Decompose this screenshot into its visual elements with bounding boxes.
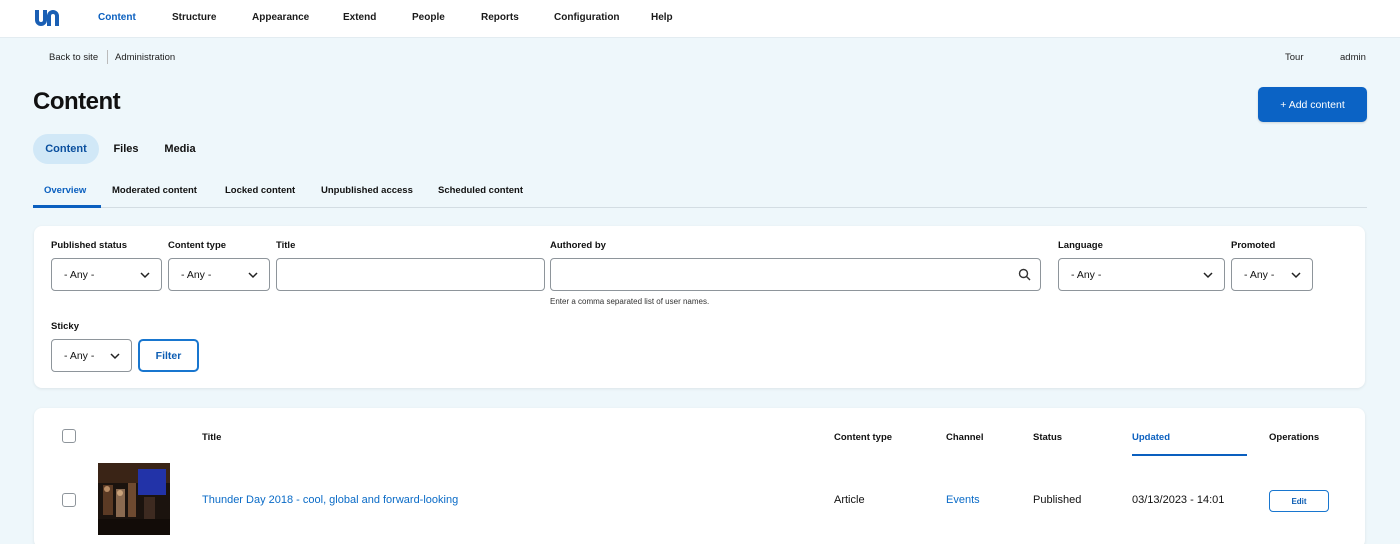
published-status-label: Published status [51, 240, 128, 251]
filter-button[interactable]: Filter [138, 339, 199, 372]
nav-structure[interactable]: Structure [172, 12, 216, 23]
chevron-down-icon [1291, 272, 1301, 279]
row-checkbox[interactable] [62, 493, 76, 507]
title-label: Title [276, 240, 296, 251]
chevron-down-icon [110, 353, 120, 360]
tab-unpublished-access[interactable]: Unpublished access [321, 185, 413, 196]
chevron-down-icon [140, 272, 150, 279]
sticky-select[interactable]: - Any - [51, 339, 132, 372]
content-type-label: Content type [168, 240, 227, 251]
content-thumbnail[interactable] [98, 463, 170, 535]
nav-appearance[interactable]: Appearance [252, 12, 309, 23]
active-tab-indicator [33, 205, 101, 208]
nav-reports[interactable]: Reports [481, 12, 519, 23]
user-menu[interactable]: admin [1340, 52, 1366, 63]
sticky-value: - Any - [64, 349, 95, 362]
back-to-site-link[interactable]: Back to site [49, 52, 98, 63]
row-updated: 03/13/2023 - 14:01 [1132, 494, 1225, 506]
tab-content[interactable]: Content [33, 134, 99, 164]
nav-content[interactable]: Content [98, 12, 136, 23]
nav-people[interactable]: People [412, 12, 445, 23]
breadcrumb-divider [107, 50, 108, 64]
promoted-select[interactable]: - Any - [1231, 258, 1313, 291]
promoted-value: - Any - [1244, 268, 1275, 281]
chevron-down-icon [248, 272, 258, 279]
published-status-select[interactable]: - Any - [51, 258, 162, 291]
thunder-logo-icon[interactable] [33, 8, 61, 28]
search-icon [1018, 268, 1031, 281]
tab-files[interactable]: Files [108, 134, 144, 164]
tab-overview[interactable]: Overview [44, 185, 86, 196]
language-label: Language [1058, 240, 1103, 251]
authored-by-help: Enter a comma separated list of user nam… [550, 297, 710, 306]
row-status: Published [1033, 494, 1082, 506]
authored-by-input[interactable] [550, 258, 1041, 291]
authored-by-label: Authored by [550, 240, 606, 251]
language-value: - Any - [1071, 268, 1102, 281]
column-header-status[interactable]: Status [1033, 432, 1062, 443]
edit-button[interactable]: Edit [1269, 490, 1329, 512]
filter-panel [34, 226, 1365, 388]
top-navigation: Content Structure Appearance Extend Peop… [0, 0, 1400, 38]
title-input[interactable] [276, 258, 545, 291]
tab-moderated-content[interactable]: Moderated content [112, 185, 197, 196]
add-content-button[interactable]: + Add content [1258, 87, 1367, 122]
column-header-title[interactable]: Title [202, 432, 221, 443]
tabs-divider [33, 207, 1367, 208]
row-channel-link[interactable]: Events [946, 494, 980, 506]
language-select[interactable]: - Any - [1058, 258, 1225, 291]
tab-media[interactable]: Media [158, 134, 202, 164]
nav-configuration[interactable]: Configuration [554, 12, 620, 23]
column-header-updated[interactable]: Updated [1132, 432, 1170, 443]
tour-link[interactable]: Tour [1285, 52, 1303, 63]
chevron-down-icon [1203, 272, 1213, 279]
select-all-checkbox[interactable] [62, 429, 76, 443]
row-title-link[interactable]: Thunder Day 2018 - cool, global and forw… [202, 494, 458, 506]
tab-locked-content[interactable]: Locked content [225, 185, 295, 196]
nav-help[interactable]: Help [651, 12, 673, 23]
column-header-content-type: Content type [834, 432, 893, 443]
administration-link[interactable]: Administration [115, 52, 175, 63]
page-title: Content [33, 88, 121, 115]
sticky-label: Sticky [51, 321, 79, 332]
column-header-channel: Channel [946, 432, 984, 443]
tab-scheduled-content[interactable]: Scheduled content [438, 185, 523, 196]
promoted-label: Promoted [1231, 240, 1276, 251]
content-table [34, 408, 1365, 544]
row-content-type: Article [834, 494, 865, 506]
content-type-select[interactable]: - Any - [168, 258, 270, 291]
column-header-operations: Operations [1269, 432, 1320, 443]
sorted-column-indicator [1132, 454, 1247, 456]
thumbnail-image-icon [98, 463, 170, 535]
published-status-value: - Any - [64, 268, 95, 281]
content-type-value: - Any - [181, 268, 212, 281]
nav-extend[interactable]: Extend [343, 12, 376, 23]
